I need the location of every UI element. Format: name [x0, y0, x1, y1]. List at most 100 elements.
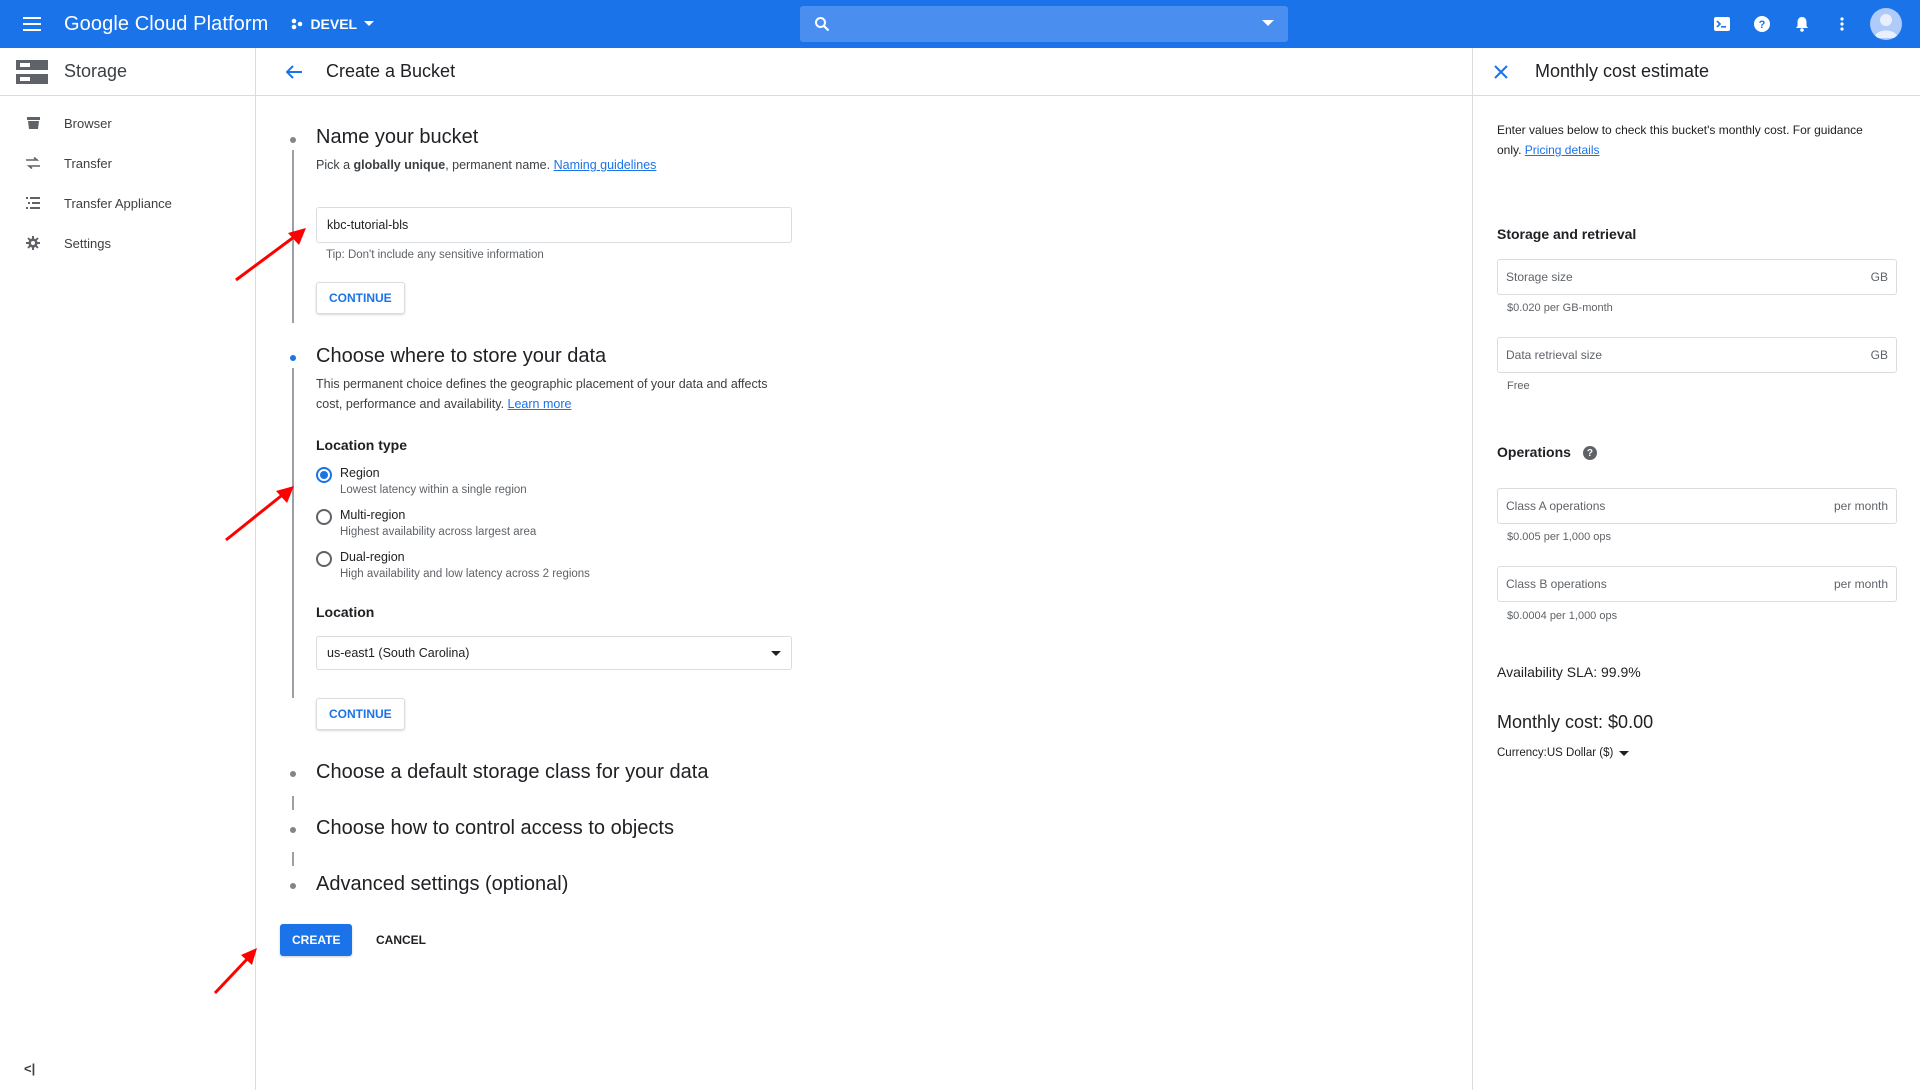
learn-more-link[interactable]: Learn more	[508, 397, 572, 411]
collapse-nav-button[interactable]: <|	[24, 1061, 35, 1076]
top-app-bar: Google Cloud Platform DEVEL ?	[0, 0, 1920, 48]
sidebar-item-transfer-appliance[interactable]: Transfer Appliance	[0, 183, 255, 223]
sidebar-item-settings[interactable]: Settings	[0, 223, 255, 263]
close-panel-button[interactable]	[1481, 48, 1521, 96]
storage-size-hint: $0.020 per GB-month	[1507, 302, 1613, 314]
cost-panel-header: Monthly cost estimate	[1473, 48, 1920, 96]
step-connector	[292, 852, 294, 866]
help-button[interactable]: ?	[1742, 0, 1782, 48]
create-button[interactable]: CREATE	[280, 924, 353, 956]
page-title: Create a Bucket	[326, 61, 456, 81]
main-menu-button[interactable]	[0, 0, 64, 48]
arrow-back-icon	[286, 64, 302, 79]
intro-line: only. Pricing details	[1497, 140, 1897, 160]
annotation-arrow-icon	[213, 948, 257, 995]
storage-nav-title: Storage	[64, 61, 128, 81]
sidebar-item-browser[interactable]: Browser	[0, 103, 255, 143]
help-icon: ?	[1754, 16, 1770, 32]
project-hexagon-icon	[292, 18, 303, 30]
cloud-shell-button[interactable]	[1702, 0, 1742, 48]
unit-suffix: GB	[1870, 270, 1888, 284]
monthly-cost-total: Monthly cost: $0.00	[1497, 712, 1654, 732]
name-description: Pick a globally unique, permanent name. …	[316, 155, 656, 175]
sidebar-item-transfer[interactable]: Transfer	[0, 143, 255, 183]
create-bucket-main: Create a Bucket Name your bucket Pick a …	[256, 48, 1472, 1090]
naming-guidelines-link[interactable]: Naming guidelines	[554, 158, 657, 172]
step-dot-location	[290, 355, 296, 361]
search-bar[interactable]	[800, 6, 1288, 42]
radio-button[interactable]	[316, 551, 332, 567]
list-icon	[26, 196, 40, 210]
currency-name: US Dollar ($)	[1546, 747, 1614, 759]
bucket-name-input[interactable]: kbc-tutorial-bls	[316, 207, 792, 243]
data-retrieval-size-input[interactable]: Data retrieval size GB	[1497, 337, 1897, 373]
pricing-details-link[interactable]: Pricing details	[1525, 143, 1600, 157]
continue-button-name[interactable]: CONTINUE	[316, 282, 405, 314]
currency-selector[interactable]: Currency:US Dollar ($)	[1497, 747, 1630, 759]
page-header: Create a Bucket	[256, 48, 1472, 96]
class-a-hint: $0.005 per 1,000 ops	[1507, 531, 1611, 543]
retrieval-size-placeholder: Data retrieval size	[1506, 348, 1603, 362]
unit-suffix: GB	[1870, 348, 1888, 362]
gear-icon	[26, 236, 40, 250]
close-icon	[1494, 64, 1508, 79]
help-icon[interactable]: ?	[1582, 446, 1597, 461]
intro-line: Enter values below to check this bucket'…	[1497, 123, 1863, 137]
class-a-operations-input[interactable]: Class A operations per month	[1497, 488, 1897, 524]
radio-option-region[interactable]: Region Lowest latency within a single re…	[316, 466, 527, 496]
more-vert-icon	[1840, 17, 1844, 31]
back-button[interactable]	[266, 48, 322, 96]
storage-icon	[16, 59, 48, 84]
step-dot-name	[290, 137, 296, 143]
radio-button-selected[interactable]	[316, 467, 332, 483]
monthly-cost-panel: Monthly cost estimate Enter values below…	[1472, 48, 1920, 1090]
sidebar-item-label: Browser	[64, 115, 112, 131]
project-name: DEVEL	[310, 16, 358, 32]
step-connector	[292, 796, 294, 810]
step-dot-access	[290, 827, 296, 833]
intro-text: only.	[1497, 143, 1525, 157]
class-b-hint: $0.0004 per 1,000 ops	[1507, 610, 1618, 622]
step-title-location[interactable]: Choose where to store your data	[316, 345, 606, 368]
hamburger-menu-icon	[23, 17, 41, 31]
account-avatar[interactable]	[1870, 8, 1902, 40]
step-dot-storage-class	[290, 771, 296, 777]
cancel-button[interactable]: CANCEL	[366, 924, 436, 956]
step-title-name-bucket[interactable]: Name your bucket	[316, 126, 478, 149]
notifications-button[interactable]	[1782, 0, 1822, 48]
location-select[interactable]: us-east1 (South Carolina)	[316, 636, 792, 670]
sensitive-info-tip: Tip: Don't include any sensitive informa…	[326, 249, 544, 261]
dropdown-caret-icon	[771, 650, 781, 656]
class-b-operations-input[interactable]: Class B operations per month	[1497, 566, 1897, 602]
radio-option-dual-region[interactable]: Dual-region High availability and low la…	[316, 550, 590, 580]
unit-suffix: per month	[1833, 499, 1888, 513]
storage-size-placeholder: Storage size	[1506, 270, 1573, 284]
location-description: This permanent choice defines the geogra…	[316, 374, 767, 414]
step-title-advanced-settings[interactable]: Advanced settings (optional)	[316, 873, 568, 896]
description-text: , permanent name.	[445, 158, 554, 172]
operations-heading-text: Operations	[1497, 444, 1571, 460]
radio-button[interactable]	[316, 509, 332, 525]
left-navigation: Storage Browser Transfer Transfer Applia…	[0, 48, 256, 1090]
more-options-button[interactable]	[1822, 0, 1862, 48]
search-dropdown-icon[interactable]	[1262, 20, 1274, 28]
description-text: Pick a	[316, 158, 354, 172]
bucket-icon	[26, 116, 40, 130]
project-selector[interactable]: DEVEL	[290, 16, 375, 32]
brand-title[interactable]: Google Cloud Platform	[64, 13, 268, 36]
radio-option-multi-region[interactable]: Multi-region Highest availability across…	[316, 508, 536, 538]
bell-icon	[1796, 17, 1808, 32]
svg-text:?: ?	[1759, 19, 1766, 31]
unit-suffix: per month	[1833, 577, 1888, 591]
class-b-placeholder: Class B operations	[1506, 577, 1607, 591]
sidebar-item-label: Transfer	[64, 155, 112, 171]
step-title-access-control[interactable]: Choose how to control access to objects	[316, 817, 674, 840]
radio-sublabel: Highest availability across largest area	[340, 526, 537, 538]
radio-sublabel: High availability and low latency across…	[340, 568, 590, 580]
storage-size-input[interactable]: Storage size GB	[1497, 259, 1897, 295]
continue-button-location[interactable]: CONTINUE	[316, 698, 405, 730]
search-icon	[815, 17, 830, 32]
operations-heading: Operations?	[1497, 444, 1597, 461]
step-title-storage-class[interactable]: Choose a default storage class for your …	[316, 761, 708, 784]
step-dot-advanced	[290, 883, 296, 889]
